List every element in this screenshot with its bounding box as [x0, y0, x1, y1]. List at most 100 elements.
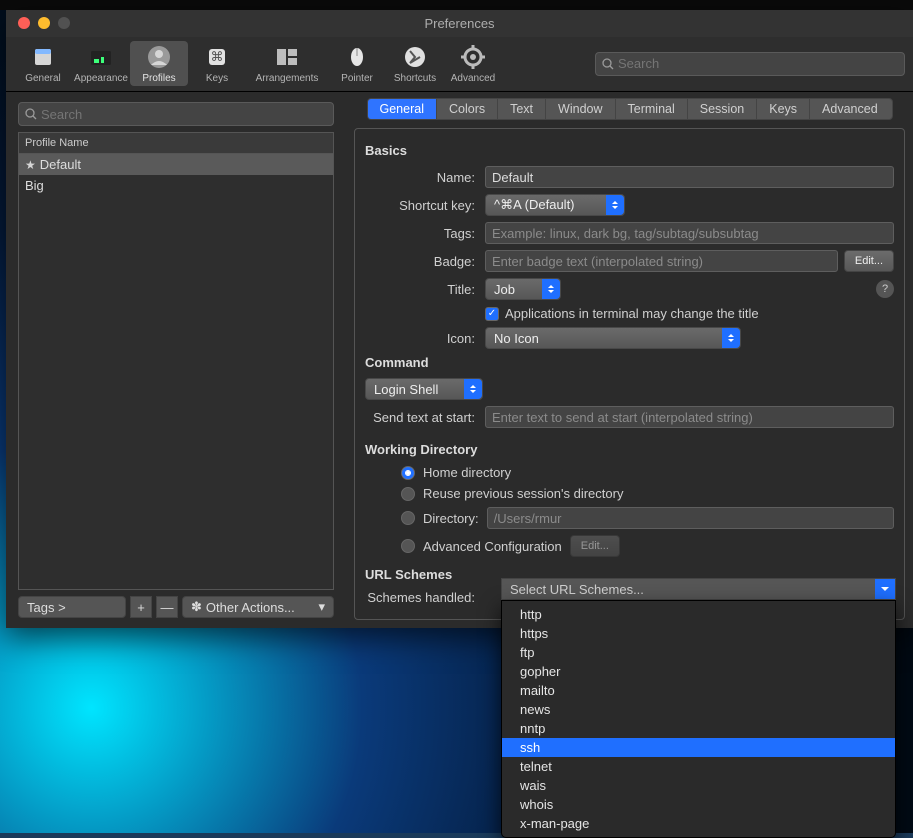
title-select[interactable]: Job [485, 278, 561, 300]
chevron-down-icon [875, 579, 895, 599]
preferences-window: Preferences General Appearance Profiles … [6, 10, 913, 628]
schemes-dropdown: http https ftp gopher mailto news nntp s… [501, 600, 896, 838]
profile-list: Profile Name ★ Default Big [18, 132, 334, 590]
name-field[interactable] [485, 166, 894, 188]
profile-row-big[interactable]: Big [19, 175, 333, 196]
scheme-option-http[interactable]: http [502, 605, 895, 624]
icon-value: No Icon [494, 331, 539, 346]
scheme-option-ssh[interactable]: ssh [502, 738, 895, 757]
obscured-window-strip [0, 0, 913, 10]
remove-profile-button[interactable]: — [156, 596, 178, 618]
scheme-option-gopher[interactable]: gopher [502, 662, 895, 681]
scheme-option-ftp[interactable]: ftp [502, 643, 895, 662]
tab-session[interactable]: Session [688, 99, 757, 119]
toolbar-profiles[interactable]: Profiles [130, 41, 188, 86]
working-directory-header: Working Directory [365, 442, 894, 457]
toolbar-keys-label: Keys [206, 73, 228, 84]
search-icon [602, 58, 614, 70]
updown-icon [464, 379, 482, 399]
tab-terminal[interactable]: Terminal [616, 99, 688, 119]
updown-icon [606, 195, 624, 215]
other-actions-label: Other Actions... [206, 600, 295, 615]
profile-name: Big [25, 178, 44, 193]
wd-directory-field[interactable] [487, 507, 894, 529]
toolbar-search-input[interactable] [618, 56, 898, 71]
toolbar-pointer[interactable]: Pointer [328, 41, 386, 86]
star-icon: ★ [25, 158, 36, 172]
wd-advanced-edit-button: Edit... [570, 535, 620, 557]
toolbar-appearance-label: Appearance [74, 73, 128, 84]
tags-field[interactable] [485, 222, 894, 244]
badge-field[interactable] [485, 250, 838, 272]
scheme-option-news[interactable]: news [502, 700, 895, 719]
tab-colors[interactable]: Colors [437, 99, 498, 119]
general-panel: Basics Name: Shortcut key: ^⌘A (Default) [354, 128, 905, 620]
scheme-option-wais[interactable]: wais [502, 776, 895, 795]
badge-label: Badge: [365, 254, 485, 269]
wd-directory-label: Directory: [423, 511, 479, 526]
toolbar-advanced-label: Advanced [451, 73, 495, 84]
toolbar-general-label: General [25, 73, 61, 84]
command-select[interactable]: Login Shell [365, 378, 483, 400]
tab-window[interactable]: Window [546, 99, 615, 119]
wd-advanced-radio[interactable] [401, 539, 415, 553]
toolbar-shortcuts-label: Shortcuts [394, 73, 436, 84]
title-value: Job [494, 282, 515, 297]
tab-general[interactable]: General [368, 99, 437, 119]
wd-home-radio[interactable] [401, 466, 415, 480]
titlebar: Preferences [6, 10, 913, 37]
profile-row-default[interactable]: ★ Default [19, 154, 333, 175]
toolbar-shortcuts[interactable]: Shortcuts [386, 41, 444, 86]
tags-button[interactable]: Tags > [18, 596, 126, 618]
scheme-option-whois[interactable]: whois [502, 795, 895, 814]
toolbar: General Appearance Profiles ⌘ Keys Arran… [6, 37, 913, 92]
send-text-field[interactable] [485, 406, 894, 428]
scheme-option-https[interactable]: https [502, 624, 895, 643]
toolbar-search[interactable] [595, 52, 905, 76]
tab-advanced[interactable]: Advanced [810, 99, 890, 119]
search-icon [25, 108, 37, 120]
wd-reuse-label: Reuse previous session's directory [423, 486, 623, 501]
shortcut-label: Shortcut key: [365, 198, 485, 213]
profile-detail: General Colors Text Window Terminal Sess… [346, 92, 913, 628]
content-area: Profile Name ★ Default Big Tags > + — ✽ … [6, 92, 913, 628]
scheme-option-telnet[interactable]: telnet [502, 757, 895, 776]
updown-icon [722, 328, 740, 348]
toolbar-advanced[interactable]: Advanced [444, 41, 502, 86]
title-change-checkbox[interactable] [485, 307, 499, 321]
shortcut-value: ^⌘A (Default) [494, 197, 575, 213]
toolbar-keys[interactable]: ⌘ Keys [188, 41, 246, 86]
title-help-button[interactable]: ? [876, 280, 894, 298]
wd-advanced-label: Advanced Configuration [423, 539, 562, 554]
wd-directory-radio[interactable] [401, 511, 415, 525]
toolbar-arrangements[interactable]: Arrangements [246, 41, 328, 86]
command-header: Command [365, 355, 894, 370]
toolbar-arrangements-label: Arrangements [256, 73, 319, 84]
name-label: Name: [365, 170, 485, 185]
icon-label: Icon: [365, 331, 485, 346]
other-actions-menu[interactable]: ✽ Other Actions... ▾ [182, 596, 334, 618]
icon-select[interactable]: No Icon [485, 327, 741, 349]
tab-text[interactable]: Text [498, 99, 546, 119]
profile-search-input[interactable] [41, 107, 327, 122]
profile-search[interactable] [18, 102, 334, 126]
wd-reuse-radio[interactable] [401, 487, 415, 501]
tab-keys[interactable]: Keys [757, 99, 810, 119]
schemes-select[interactable]: Select URL Schemes... [501, 578, 896, 600]
toolbar-general[interactable]: General [14, 41, 72, 86]
toolbar-profiles-label: Profiles [142, 73, 175, 84]
window-title: Preferences [6, 16, 913, 31]
profile-list-controls: Tags > + — ✽ Other Actions... ▾ [18, 596, 334, 618]
scheme-option-mailto[interactable]: mailto [502, 681, 895, 700]
add-profile-button[interactable]: + [130, 596, 152, 618]
toolbar-appearance[interactable]: Appearance [72, 41, 130, 86]
profile-list-header: Profile Name [19, 133, 333, 154]
scheme-option-nntp[interactable]: nntp [502, 719, 895, 738]
send-text-label: Send text at start: [365, 410, 485, 425]
updown-icon [542, 279, 560, 299]
schemes-label: Schemes handled: [365, 590, 485, 605]
scheme-option-xmanpage[interactable]: x-man-page [502, 814, 895, 833]
shortcut-select[interactable]: ^⌘A (Default) [485, 194, 625, 216]
command-value: Login Shell [374, 382, 438, 397]
badge-edit-button[interactable]: Edit... [844, 250, 894, 272]
